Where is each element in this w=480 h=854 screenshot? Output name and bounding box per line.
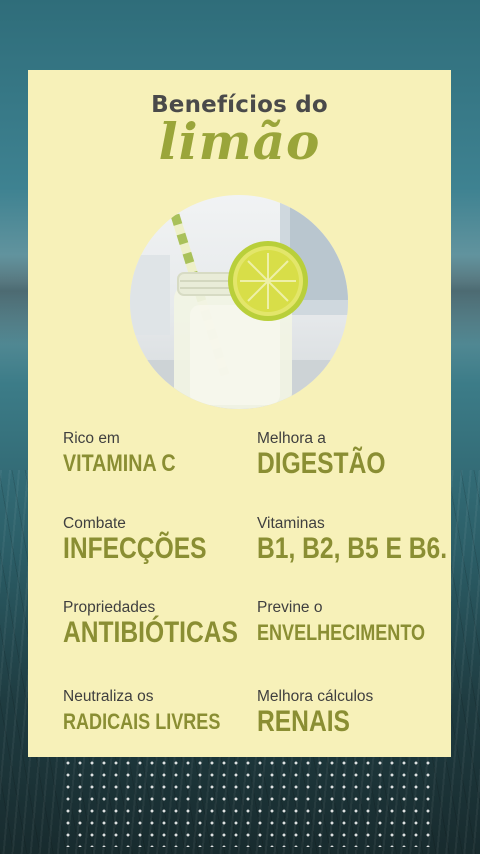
benefit-value: B1, B2, B5 E B6. <box>257 532 448 565</box>
benefit-label: Neutraliza os <box>63 688 154 705</box>
benefit-label: Vitaminas <box>257 515 325 532</box>
benefit-value: VITAMINA C <box>63 450 176 477</box>
benefit-vitamin-c: Rico em VITAMINA C <box>63 430 200 480</box>
benefit-label: Melhora a <box>257 430 326 447</box>
benefit-antibiotic: Propriedades ANTIBIÓTICAS <box>63 599 276 649</box>
benefit-value: INFECÇÕES <box>63 532 207 565</box>
benefit-label: Combate <box>63 515 126 532</box>
infographic-card: Benefícios do limão Rico em VITAMINA C M… <box>28 70 451 757</box>
benefit-label: Rico em <box>63 430 120 447</box>
benefit-digestion: Melhora a DIGESTÃO <box>257 430 414 480</box>
benefit-value: RADICAIS LIVRES <box>63 709 221 734</box>
benefit-free-radicals: Neutraliza os RADICAIS LIVRES <box>63 688 255 738</box>
benefit-value: ENVELHECIMENTO <box>257 620 426 645</box>
lemon-water-illustration <box>130 195 348 409</box>
benefit-value: RENAIS <box>257 705 350 738</box>
benefit-kidney: Melhora cálculos RENAIS <box>257 688 373 738</box>
dot-pattern-decoration <box>62 757 437 847</box>
lemon-water-photo <box>130 195 348 409</box>
benefit-label: Previne o <box>257 599 323 616</box>
benefit-value: DIGESTÃO <box>257 447 386 480</box>
benefit-label: Propriedades <box>63 599 156 616</box>
benefit-label: Melhora cálculos <box>257 688 374 705</box>
benefit-aging: Previne o ENVELHECIMENTO <box>257 599 462 649</box>
benefit-infections: Combate INFECÇÕES <box>63 515 238 565</box>
benefit-value: ANTIBIÓTICAS <box>63 616 238 649</box>
benefit-vitamins-b: Vitaminas B1, B2, B5 E B6. <box>257 515 480 565</box>
title-line-2: limão <box>158 112 321 171</box>
